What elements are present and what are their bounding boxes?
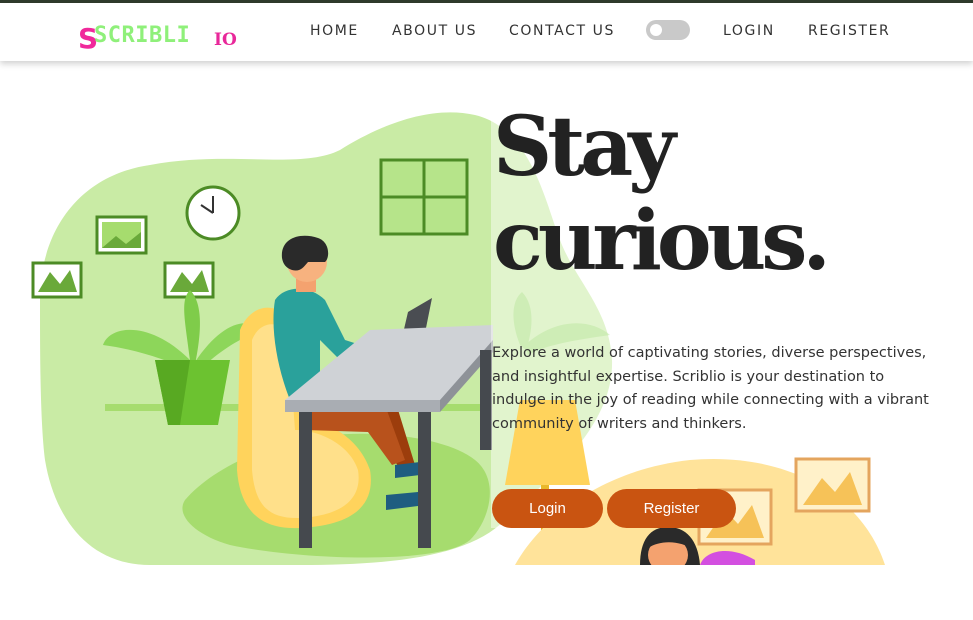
clock-icon <box>185 185 241 241</box>
logo[interactable]: S SCRIBLI IO <box>78 19 248 55</box>
nav-home[interactable]: HOME <box>310 23 359 39</box>
login-button[interactable]: Login <box>492 489 603 528</box>
headline-line-1: Stay <box>493 99 676 195</box>
nav-contact-us[interactable]: CONTACT US <box>509 23 615 39</box>
headline-line-2: curious. <box>493 193 831 289</box>
window-icon <box>379 158 469 236</box>
nav-register[interactable]: REGISTER <box>808 23 890 39</box>
hero-description: Explore a world of captivating stories, … <box>492 345 929 432</box>
theme-toggle[interactable] <box>646 20 690 40</box>
hero-headline: Stay curious. <box>493 100 853 288</box>
picture-frame-icon <box>31 261 83 299</box>
register-button[interactable]: Register <box>607 489 736 528</box>
nav-login[interactable]: LOGIN <box>723 23 775 39</box>
toggle-knob <box>650 24 662 36</box>
picture-frame-icon <box>95 215 148 255</box>
nav-about-us[interactable]: ABOUT US <box>392 23 477 39</box>
logo-suffix: IO <box>214 30 237 50</box>
logo-word: SCRIBLI <box>94 23 191 48</box>
navbar: S SCRIBLI IO HOME ABOUT US CONTACT US LO… <box>0 3 973 61</box>
picture-frame-icon <box>794 457 871 513</box>
